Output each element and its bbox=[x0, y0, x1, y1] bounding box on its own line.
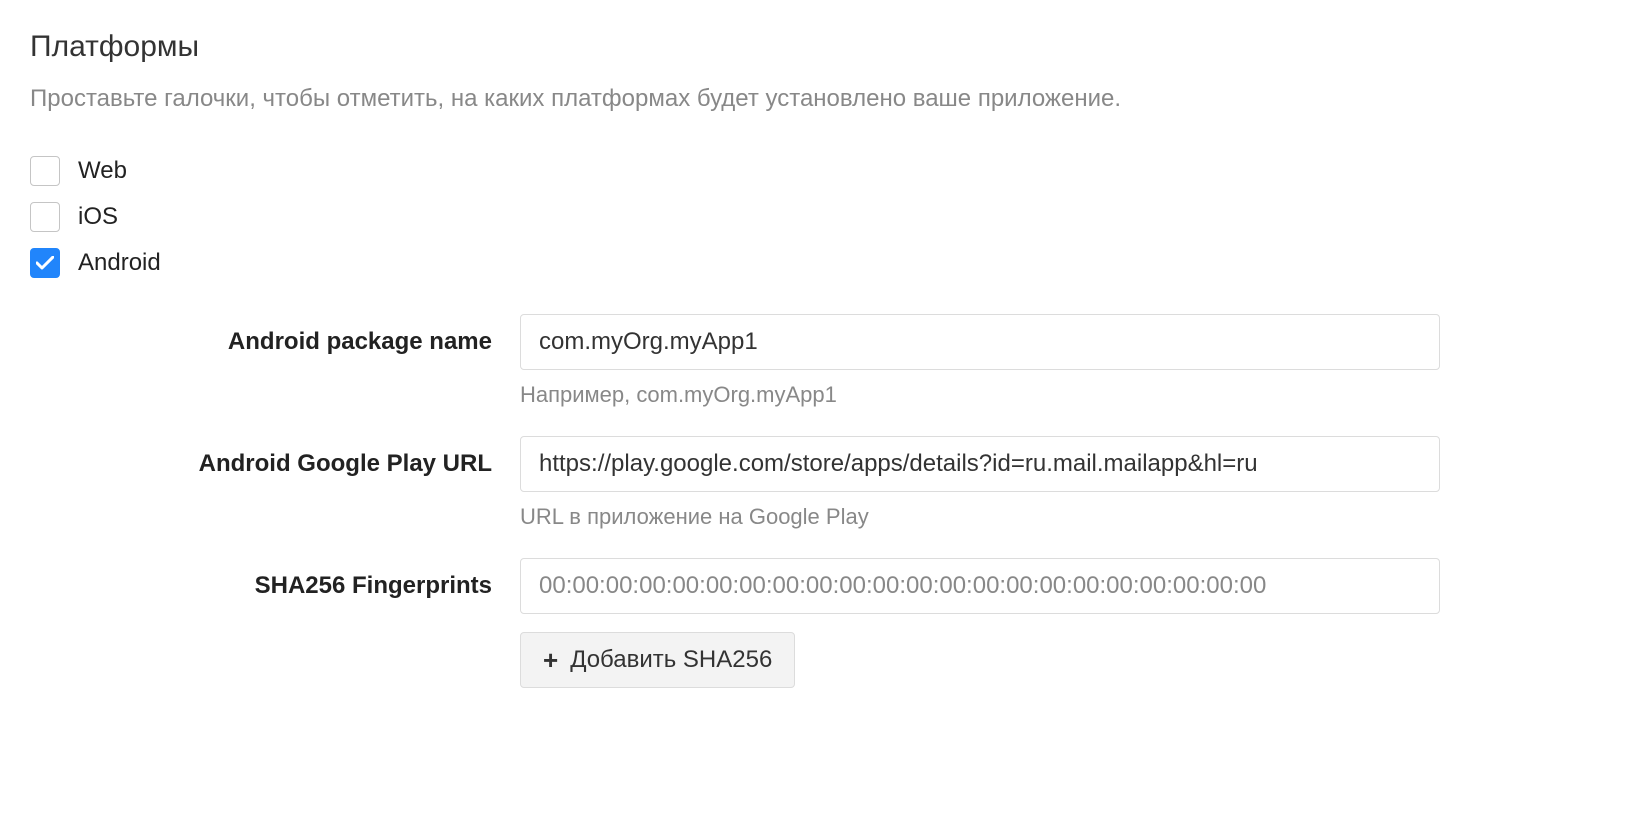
checkbox-android[interactable] bbox=[30, 248, 60, 278]
page-description: Проставьте галочки, чтобы отметить, на к… bbox=[30, 82, 1596, 116]
platforms-group: Web iOS Android bbox=[30, 156, 1596, 278]
checkmark-icon bbox=[36, 256, 54, 270]
platform-web-row: Web bbox=[30, 156, 1596, 186]
play-url-input[interactable] bbox=[520, 436, 1440, 492]
checkbox-ios[interactable] bbox=[30, 202, 60, 232]
platform-web-label: Web bbox=[78, 157, 127, 185]
platform-ios-label: iOS bbox=[78, 203, 118, 231]
platform-ios-row: iOS bbox=[30, 202, 1596, 232]
package-name-input[interactable] bbox=[520, 314, 1440, 370]
package-name-label: Android package name bbox=[30, 314, 520, 356]
package-name-row: Android package name Например, com.myOrg… bbox=[30, 314, 1596, 408]
plus-icon: + bbox=[543, 647, 558, 673]
package-name-hint: Например, com.myOrg.myApp1 bbox=[520, 382, 1440, 408]
play-url-hint: URL в приложение на Google Play bbox=[520, 504, 1440, 530]
checkbox-web[interactable] bbox=[30, 156, 60, 186]
play-url-label: Android Google Play URL bbox=[30, 436, 520, 478]
platform-android-row: Android bbox=[30, 248, 1596, 278]
platform-android-label: Android bbox=[78, 249, 161, 277]
sha256-row: SHA256 Fingerprints + Добавить SHA256 bbox=[30, 558, 1596, 688]
add-sha256-button-label: Добавить SHA256 bbox=[570, 646, 772, 674]
add-sha256-button[interactable]: + Добавить SHA256 bbox=[520, 632, 795, 688]
page-title: Платформы bbox=[30, 30, 1596, 64]
play-url-row: Android Google Play URL URL в приложение… bbox=[30, 436, 1596, 530]
sha256-input[interactable] bbox=[520, 558, 1440, 614]
sha256-label: SHA256 Fingerprints bbox=[30, 558, 520, 600]
